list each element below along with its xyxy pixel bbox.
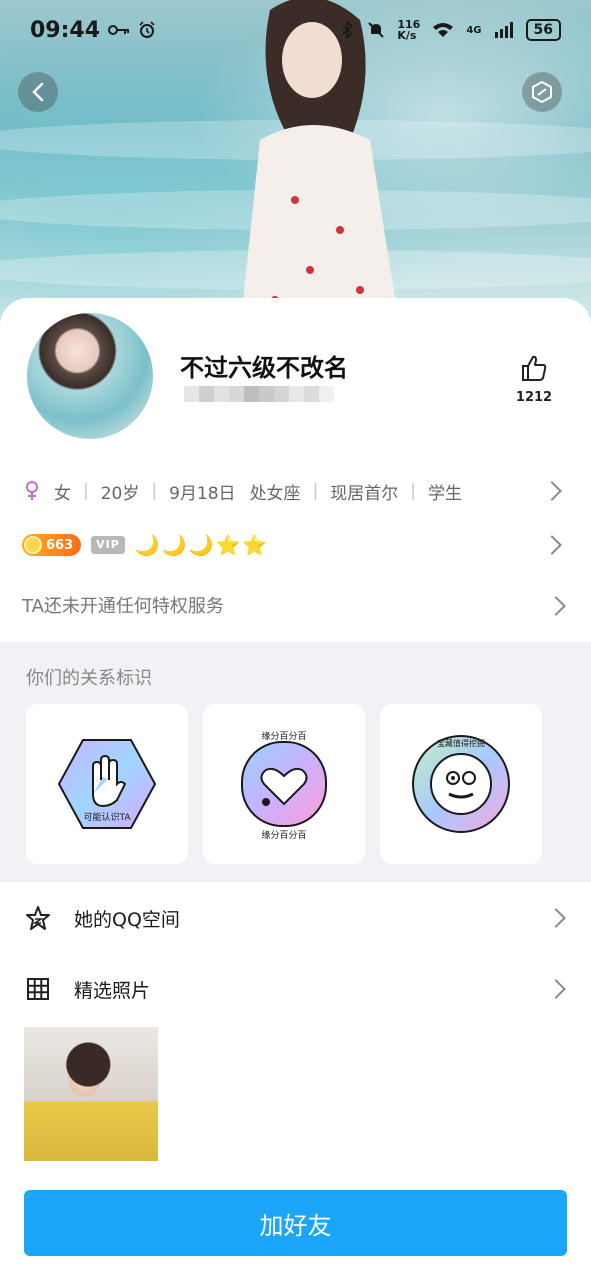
star-icon xyxy=(24,904,52,932)
nickname: 不过六级不改名 xyxy=(180,354,348,382)
chevron-right-icon xyxy=(542,481,562,501)
qzone-row[interactable]: 她的QQ空间 xyxy=(0,888,591,948)
treasure-face-badge-icon: 宝藏值得挖掘 xyxy=(412,735,510,833)
net-speed: 116 K/s xyxy=(397,19,420,41)
age-text: 20岁 xyxy=(100,483,140,504)
badges-row[interactable]: 663 VIP 🌙🌙🌙⭐⭐ xyxy=(22,530,567,560)
key-icon xyxy=(108,25,130,35)
net-speed-unit: K/s xyxy=(397,29,417,42)
relation-title: 你们的关系标识 xyxy=(26,668,152,689)
profile-card: 不过六级不改名 1212 女 | 20岁 | 9月18日 处女座 | 现居首尔 … xyxy=(0,298,591,1280)
chevron-right-icon xyxy=(546,596,566,616)
chevron-right-icon xyxy=(546,908,566,928)
coin-icon xyxy=(24,536,42,554)
relation-card-fate[interactable]: 缘分百分百 缘分百分百 xyxy=(203,704,365,864)
status-time: 09:44 xyxy=(30,17,101,43)
zodiac-text: 处女座 xyxy=(249,483,301,504)
birthday-text: 9月18日 xyxy=(169,483,236,504)
relation-card-treasure[interactable]: 宝藏值得挖掘 xyxy=(380,704,542,864)
edit-cover-button[interactable] xyxy=(522,72,562,112)
battery-indicator: 56 xyxy=(525,19,561,41)
female-icon xyxy=(26,481,38,500)
avatar[interactable] xyxy=(24,310,156,442)
divider: | xyxy=(83,481,89,501)
chevron-left-icon xyxy=(32,82,44,102)
wifi-icon xyxy=(433,23,454,37)
occupation-text: 学生 xyxy=(428,483,463,504)
heart-100-badge-icon: 缘分百分百 缘分百分百 xyxy=(241,730,327,840)
location-text: 现居首尔 xyxy=(330,483,399,504)
chevron-right-icon xyxy=(542,535,562,555)
hexagon-edit-icon xyxy=(532,80,552,104)
thumbs-up-icon xyxy=(522,355,547,381)
relation-card-label-bottom: 缘分百分百 xyxy=(261,829,306,840)
bluetooth-icon xyxy=(342,21,354,39)
wave-hand-badge-icon: 可能认识TA xyxy=(57,739,157,829)
relation-card-may-know[interactable]: 可能认识TA xyxy=(26,704,188,864)
featured-photos-row[interactable]: 精选照片 xyxy=(0,959,591,1019)
qzone-label: 她的QQ空间 xyxy=(74,908,180,931)
like-button[interactable]: 1212 xyxy=(512,354,556,405)
mute-bell-icon xyxy=(368,22,385,38)
network-type: 4G xyxy=(466,24,482,36)
profile-cover: 09:44 116 K/s 4G 56 xyxy=(0,0,591,330)
relation-card-label: 可能认识TA xyxy=(84,811,132,823)
qq-number-blurred xyxy=(184,386,334,402)
featured-photos-label: 精选照片 xyxy=(74,979,151,1002)
relation-section: 你们的关系标识 可能认识TA 缘分百分百 缘分百分百 宝藏值得挖掘 xyxy=(0,642,591,882)
divider: | xyxy=(410,481,417,501)
add-friend-button[interactable]: 加好友 xyxy=(24,1190,567,1256)
grid-icon xyxy=(24,975,52,1003)
qq-level-icons: 🌙🌙🌙⭐⭐ xyxy=(134,533,270,557)
divider: | xyxy=(312,481,319,501)
chevron-right-icon xyxy=(546,979,566,999)
gender-text: 女 xyxy=(54,483,71,504)
back-button[interactable] xyxy=(18,72,58,112)
featured-photo-thumbnail[interactable] xyxy=(24,1027,158,1161)
relation-card-label: 宝藏值得挖掘 xyxy=(437,738,485,748)
privilege-status-text[interactable]: TA还未开通任何特权服务 xyxy=(22,592,224,618)
like-count: 1212 xyxy=(515,390,553,405)
basic-info-row[interactable]: 女 | 20岁 | 9月18日 处女座 | 现居首尔 | 学生 xyxy=(24,476,567,506)
signal-icon xyxy=(494,22,513,38)
alarm-icon xyxy=(139,21,155,38)
status-bar: 09:44 116 K/s 4G 56 xyxy=(0,0,591,60)
divider: | xyxy=(151,481,158,501)
relation-card-label: 缘分百分百 xyxy=(261,730,306,742)
vip-badge: VIP xyxy=(91,536,125,554)
coin-level-badge: 663 xyxy=(22,534,82,556)
coin-level-value: 663 xyxy=(46,537,74,553)
